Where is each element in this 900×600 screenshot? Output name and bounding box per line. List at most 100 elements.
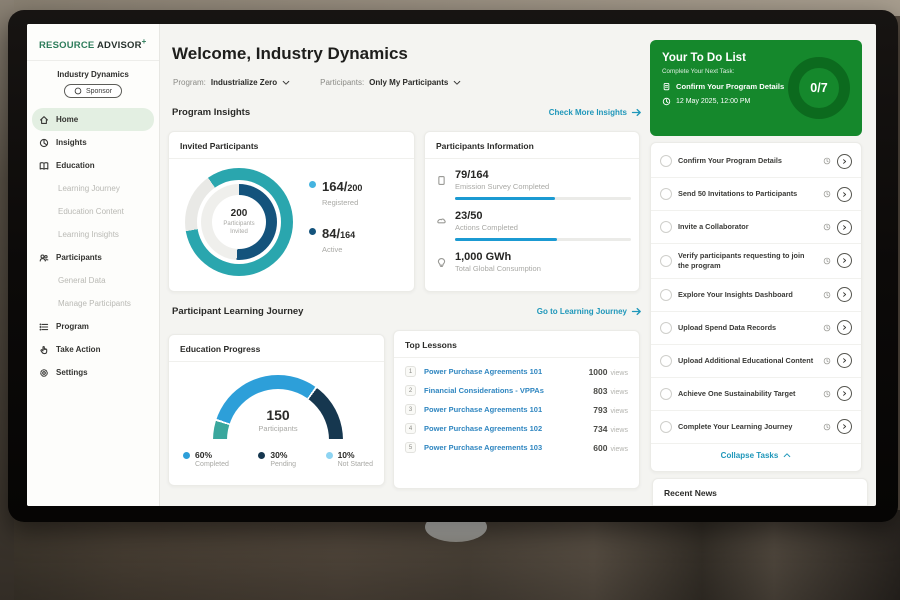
task-checkbox[interactable] (660, 355, 672, 367)
card-title: Invited Participants (169, 132, 414, 159)
participants-select-value: Only My Participants (369, 78, 448, 87)
sidebar-item-learning-insights[interactable]: Learning Insights (27, 223, 159, 246)
legend-pct: 30% (270, 451, 296, 460)
task-open-button[interactable] (837, 220, 852, 235)
arrow-right-icon (631, 108, 642, 117)
task-label: Send 50 Invitations to Participants (678, 189, 817, 199)
sponsor-badge[interactable]: Sponsor (64, 84, 122, 98)
task-label: Complete Your Learning Journey (678, 422, 817, 432)
dashboard-screen: RESOURCE ADVISOR+ Industry Dynamics Spon… (27, 24, 876, 506)
sidebar-item-education[interactable]: Education (27, 154, 159, 177)
task-row: Confirm Your Program Details (651, 145, 861, 178)
task-checkbox[interactable] (660, 155, 672, 167)
task-checkbox[interactable] (660, 188, 672, 200)
task-label: Confirm Your Program Details (678, 156, 817, 166)
progress-track (455, 197, 631, 200)
task-label: Invite a Collaborator (678, 222, 817, 232)
chevron-right-icon (841, 257, 848, 264)
task-checkbox[interactable] (660, 221, 672, 233)
task-label: Achieve One Sustainability Target (678, 389, 817, 399)
sidebar-item-settings[interactable]: Settings (27, 361, 159, 384)
clock-icon (823, 218, 831, 236)
legend-dot (258, 452, 265, 459)
sidebar-item-manage-participants[interactable]: Manage Participants (27, 292, 159, 315)
learning-journey-header: Participant Learning Journey Go to Learn… (172, 306, 642, 317)
sponsor-icon (74, 87, 82, 95)
progress-fill (455, 238, 557, 241)
sidebar-item-label: Take Action (56, 345, 100, 354)
sidebar-item-education-content[interactable]: Education Content (27, 200, 159, 223)
task-open-button[interactable] (837, 386, 852, 401)
task-checkbox[interactable] (660, 388, 672, 400)
task-icon (662, 82, 671, 91)
task-open-button[interactable] (837, 187, 852, 202)
task-checkbox[interactable] (660, 255, 672, 267)
task-open-button[interactable] (837, 320, 852, 335)
program-select[interactable]: Program: Industrialize Zero (173, 78, 290, 87)
task-open-button[interactable] (837, 287, 852, 302)
lesson-row: 4 Power Purchase Agreements 102 734views (394, 415, 639, 434)
chevron-right-icon (841, 291, 848, 298)
sidebar-item-learning-journey[interactable]: Learning Journey (27, 177, 159, 200)
sidebar-item-general-data[interactable]: General Data (27, 269, 159, 292)
org-name: Industry Dynamics (27, 70, 159, 79)
section-title: Program Insights (172, 107, 250, 118)
lesson-row: 2 Financial Considerations - VPPAs 803vi… (394, 377, 639, 396)
logo-plus: + (142, 37, 147, 46)
chevron-down-icon (282, 80, 290, 86)
education-progress-card: Education Progress 150 Participants 60% … (168, 334, 385, 486)
lesson-rank: 2 (405, 385, 416, 396)
invited-donut-chart: 200 Participants Invited (185, 168, 293, 276)
task-checkbox[interactable] (660, 421, 672, 433)
check-more-insights-link[interactable]: Check More Insights (549, 108, 642, 117)
views-suffix: views (610, 446, 628, 453)
info-value: 1,000 GWh (455, 251, 626, 263)
take-action-icon (39, 345, 49, 355)
lesson-link[interactable]: Power Purchase Agreements 102 (424, 424, 585, 433)
chevron-right-icon (841, 224, 848, 231)
sidebar-item-label: General Data (58, 276, 106, 285)
sidebar-item-participants[interactable]: Participants (27, 246, 159, 269)
task-label: Explore Your Insights Dashboard (678, 290, 817, 300)
sidebar-item-home[interactable]: Home (32, 108, 154, 131)
sidebar-item-label: Participants (56, 253, 102, 262)
info-label: Total Global Consumption (455, 264, 626, 273)
app-logo: RESOURCE ADVISOR+ (27, 24, 159, 61)
task-checkbox[interactable] (660, 289, 672, 301)
lesson-views: 734 (593, 424, 607, 434)
task-row: Complete Your Learning Journey (651, 411, 861, 444)
task-open-button[interactable] (837, 419, 852, 434)
sidebar-item-insights[interactable]: Insights (27, 131, 159, 154)
sidebar-item-program[interactable]: Program (27, 315, 159, 338)
legend-dot (326, 452, 333, 459)
clock-icon (823, 286, 831, 304)
participants-icon (39, 253, 49, 263)
lesson-link[interactable]: Power Purchase Agreements 103 (424, 443, 585, 452)
go-to-learning-journey-link[interactable]: Go to Learning Journey (537, 307, 642, 316)
views-suffix: views (610, 427, 628, 434)
task-open-button[interactable] (837, 353, 852, 368)
legend-label: Completed (195, 461, 229, 468)
views-suffix: views (610, 408, 628, 415)
task-checkbox[interactable] (660, 322, 672, 334)
sidebar-item-label: Education Content (58, 207, 124, 216)
lesson-rank: 4 (405, 423, 416, 434)
task-row: Explore Your Insights Dashboard (651, 279, 861, 312)
task-row: Send 50 Invitations to Participants (651, 178, 861, 211)
task-open-button[interactable] (837, 154, 852, 169)
sponsor-badge-label: Sponsor (86, 88, 112, 95)
lesson-row: 1 Power Purchase Agreements 101 1000view… (394, 358, 639, 377)
lesson-link[interactable]: Power Purchase Agreements 101 (424, 367, 581, 376)
participants-select[interactable]: Participants: Only My Participants (320, 78, 461, 87)
task-open-button[interactable] (837, 253, 852, 268)
sidebar-item-take-action[interactable]: Take Action (27, 338, 159, 361)
lesson-link[interactable]: Financial Considerations - VPPAs (424, 386, 585, 395)
lesson-views: 1000 (589, 367, 608, 377)
page-title: Welcome, Industry Dynamics (172, 44, 408, 64)
lesson-link[interactable]: Power Purchase Agreements 101 (424, 405, 585, 414)
donut-center-value: 200 (231, 208, 248, 219)
chevron-down-icon (453, 80, 461, 86)
clock-icon (823, 185, 831, 203)
collapse-tasks-link[interactable]: Collapse Tasks (651, 444, 861, 464)
gauge-legend: 60% Completed 30% Pending 10% Not Star (183, 451, 373, 468)
